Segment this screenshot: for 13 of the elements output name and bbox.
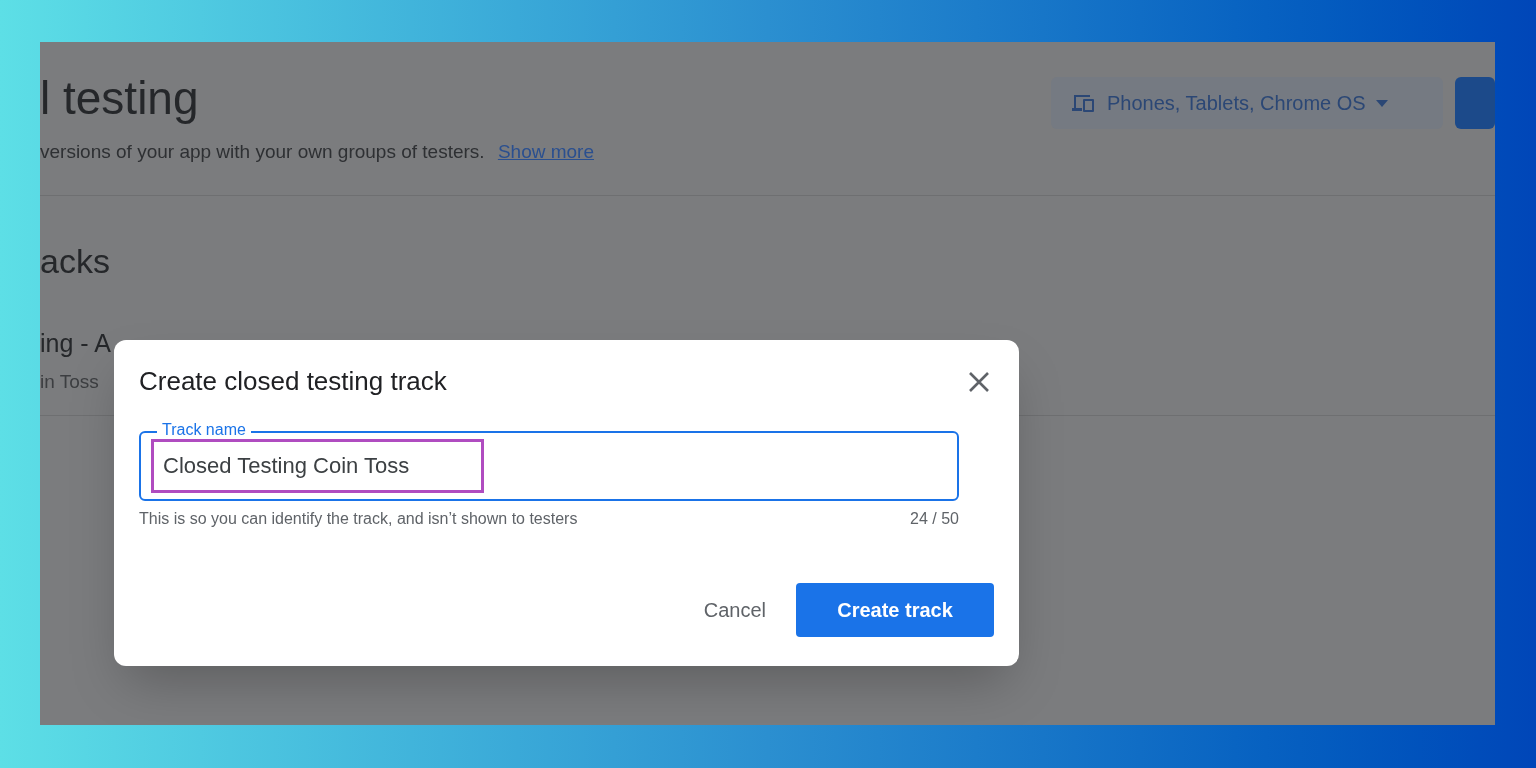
create-track-button[interactable]: Create track	[796, 583, 994, 637]
cancel-button[interactable]: Cancel	[689, 583, 780, 637]
track-subtitle: in Toss	[40, 370, 99, 394]
dialog-title: Create closed testing track	[139, 365, 447, 398]
character-counter: 24 / 50	[910, 509, 959, 529]
devices-icon	[1071, 93, 1097, 113]
track-name: ing - A	[40, 327, 111, 359]
page-title: l testing	[40, 71, 200, 126]
page-description: versions of your app with your own groups of testers. Show more	[40, 140, 594, 164]
caret-icon	[1375, 99, 1388, 107]
section-title: acks	[40, 240, 110, 282]
helper-text: This is so you can identify the track, and isn’t shown to testers	[139, 509, 578, 529]
close-icon[interactable]	[968, 370, 990, 393]
